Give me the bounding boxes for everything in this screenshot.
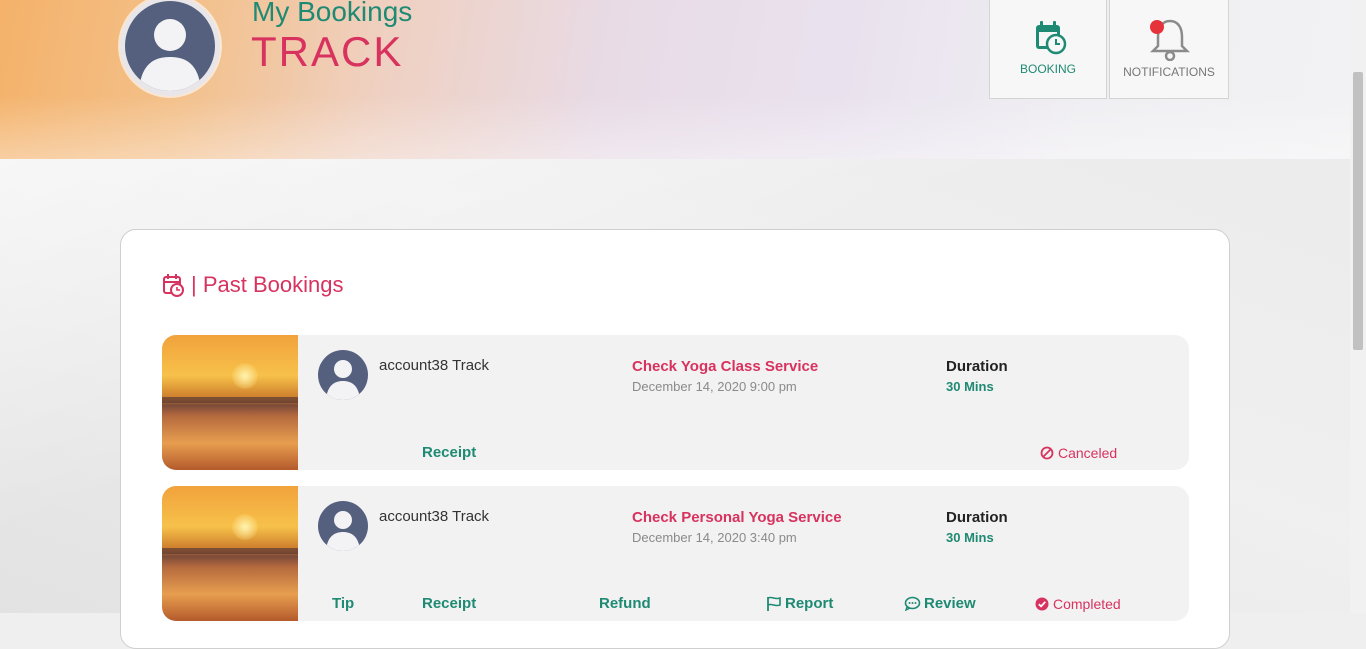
service-name[interactable]: Check Yoga Class Service (632, 358, 818, 375)
duration-label: Duration (946, 358, 1008, 375)
comment-icon (904, 596, 921, 611)
page-subtitle: My Bookings (252, 0, 413, 27)
status-text: Completed (1053, 596, 1121, 612)
user-avatar (318, 501, 368, 551)
page-title: TRACK (251, 28, 404, 75)
user-silhouette-icon (139, 19, 201, 91)
status-text: Canceled (1058, 445, 1118, 461)
refund-label: Refund (599, 595, 651, 612)
review-label: Review (924, 595, 976, 612)
profile-avatar[interactable] (120, 0, 220, 96)
status-badge: Canceled (1040, 445, 1117, 461)
refund-button[interactable]: Refund (599, 595, 651, 612)
user-silhouette-icon (326, 360, 360, 400)
service-thumbnail (162, 486, 298, 621)
notifications-label: NOTIFICATIONS (1123, 65, 1215, 79)
duration-label: Duration (946, 509, 1008, 526)
booking-label: BOOKING (1019, 62, 1076, 76)
booking-date: December 14, 2020 9:00 pm (632, 379, 797, 394)
receipt-button[interactable]: Receipt (422, 595, 476, 612)
notifications-button[interactable]: NOTIFICATIONS (1109, 0, 1229, 99)
check-circle-icon (1035, 597, 1049, 611)
service-thumbnail (162, 335, 298, 470)
bell-icon (1149, 19, 1191, 61)
user-name: account38 Track (379, 508, 490, 525)
receipt-button[interactable]: Receipt (422, 444, 476, 461)
section-title: | Past Bookings (191, 272, 344, 297)
booking-date: December 14, 2020 3:40 pm (632, 530, 797, 545)
booking-item: account38 Track Check Yoga Class Service… (162, 335, 1189, 470)
booking-button[interactable]: BOOKING (989, 0, 1107, 99)
service-name[interactable]: Check Personal Yoga Service (632, 509, 842, 526)
vertical-scrollbar[interactable] (1350, 0, 1366, 613)
tip-button[interactable]: Tip (332, 595, 354, 612)
scrollbar-thumb[interactable] (1353, 72, 1363, 350)
review-button[interactable]: Review (904, 595, 976, 612)
status-badge: Completed (1035, 596, 1121, 612)
flag-icon (767, 596, 781, 611)
receipt-label: Receipt (422, 595, 477, 612)
receipt-label: Receipt (422, 444, 477, 461)
user-silhouette-icon (326, 511, 360, 551)
calendar-clock-icon (1036, 21, 1067, 55)
duration-value: 30 Mins (946, 530, 994, 545)
user-name: account38 Track (379, 357, 490, 374)
user-avatar (318, 350, 368, 400)
report-label: Report (785, 595, 834, 612)
booking-item: account38 Track Check Personal Yoga Serv… (162, 486, 1189, 621)
tip-label: Tip (332, 595, 355, 612)
calendar-clock-icon (163, 274, 184, 297)
section-heading: | Past Bookings (163, 272, 343, 298)
ban-icon (1040, 446, 1054, 460)
duration-value: 30 Mins (946, 379, 994, 394)
report-button[interactable]: Report (766, 595, 833, 612)
